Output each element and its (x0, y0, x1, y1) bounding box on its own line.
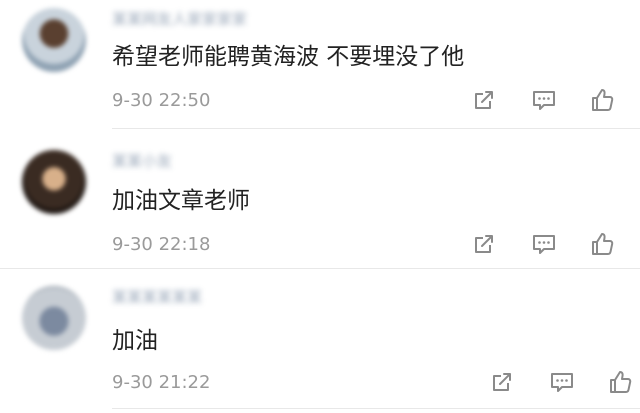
comment-text: 加油文章老师 (112, 188, 250, 214)
comment-text: 加油 (112, 328, 158, 354)
avatar[interactable] (22, 150, 86, 214)
comment-actions (470, 86, 620, 114)
avatar[interactable] (22, 286, 86, 350)
comment-icon[interactable] (530, 230, 558, 258)
thumbs-up-icon[interactable] (588, 230, 616, 258)
share-icon[interactable] (488, 368, 516, 396)
thumbs-up-icon[interactable] (606, 368, 634, 396)
username[interactable]: 某某某某某某 (112, 286, 202, 308)
username[interactable]: 某某小友 (112, 150, 172, 172)
comment-actions (470, 230, 620, 258)
avatar[interactable] (22, 8, 86, 72)
comment-time: 9-30 21:22 (112, 372, 211, 393)
divider (112, 408, 640, 409)
username[interactable]: 某某网友人家家家家 (112, 8, 247, 30)
comment-actions (488, 368, 638, 396)
comment-time: 9-30 22:18 (112, 234, 211, 255)
thumbs-up-icon[interactable] (588, 86, 616, 114)
share-icon[interactable] (470, 230, 498, 258)
divider (0, 268, 640, 269)
share-icon[interactable] (470, 86, 498, 114)
comment-icon[interactable] (548, 368, 576, 396)
comment-text: 希望老师能聘黄海波 不要埋没了他 (112, 44, 465, 70)
divider (112, 128, 640, 129)
comment-icon[interactable] (530, 86, 558, 114)
comment-time: 9-30 22:50 (112, 90, 211, 111)
